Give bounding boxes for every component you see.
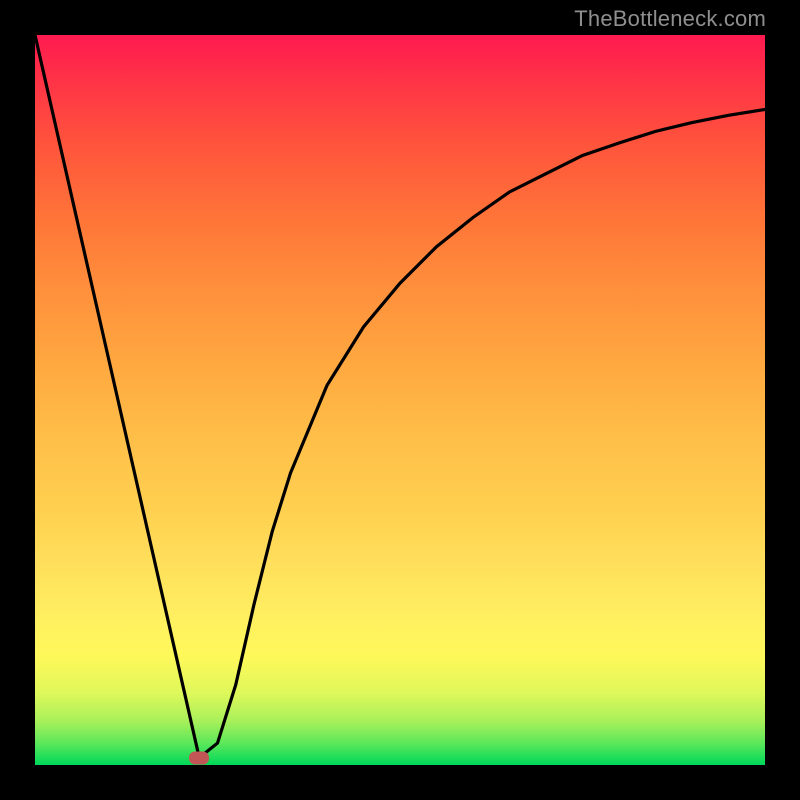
watermark-text: TheBottleneck.com [574, 6, 766, 32]
chart-frame: TheBottleneck.com [0, 0, 800, 800]
bottleneck-curve [35, 35, 765, 758]
optimal-point-marker [189, 751, 209, 764]
curve-svg [35, 35, 765, 765]
plot-area [35, 35, 765, 765]
